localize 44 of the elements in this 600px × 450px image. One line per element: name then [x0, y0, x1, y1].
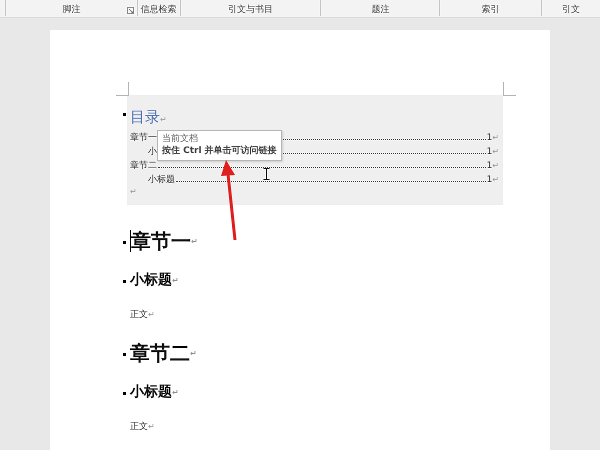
dialog-launcher-icon[interactable]	[126, 7, 134, 14]
i-beam-cursor-icon	[263, 168, 270, 180]
body-text: 正文	[130, 420, 148, 432]
bullet-icon	[123, 113, 126, 116]
heading: 小标题	[130, 271, 172, 289]
ribbon-group-label: 脚注	[62, 4, 80, 16]
toc-entry[interactable]: 章节二	[130, 159, 157, 172]
ribbon-group-label: 信息检索	[140, 4, 177, 16]
paragraph-mark: ↵	[492, 175, 499, 184]
tooltip-text: 按住 Ctrl 并单击可访问链接	[162, 145, 277, 158]
paragraph-mark: ↵	[191, 236, 198, 246]
paragraph-mark: ↵	[492, 161, 499, 170]
paragraph-mark: ↵	[130, 187, 137, 196]
text-cursor	[130, 230, 131, 252]
bullet-icon	[123, 241, 126, 244]
bullet-icon	[123, 280, 126, 283]
paragraph-mark: ↵	[148, 310, 155, 318]
paragraph-mark: ↵	[160, 115, 167, 124]
ribbon-group-label: 引文	[562, 4, 580, 16]
tooltip-title: 当前文档	[162, 133, 199, 145]
corner-mark	[503, 82, 516, 96]
page-number: 1	[486, 161, 492, 171]
body-text: 正文	[130, 308, 148, 320]
heading: 章节一	[131, 228, 191, 254]
paragraph-mark: ↵	[172, 276, 179, 284]
toc-entry[interactable]: 小	[130, 145, 157, 158]
page-number: 1	[486, 147, 492, 157]
toc-title: 目录	[130, 107, 160, 127]
heading: 小标题	[130, 383, 172, 401]
paragraph-mark: ↵	[492, 147, 499, 156]
ribbon-group-label: 引文与书目	[228, 4, 273, 16]
page-number: 1	[486, 175, 492, 185]
paragraph-mark: ↵	[492, 133, 499, 142]
bullet-icon	[123, 392, 126, 395]
bullet-icon	[123, 353, 126, 356]
paragraph-mark: ↵	[172, 388, 179, 396]
paragraph-mark: ↵	[190, 348, 197, 358]
ribbon-group-label: 索引	[481, 4, 500, 16]
ribbon-group-label: 题注	[371, 4, 390, 16]
paragraph-mark: ↵	[148, 422, 155, 430]
toc-entry[interactable]: 小标题	[130, 173, 175, 186]
heading: 章节二	[130, 340, 190, 366]
page-number: 1	[486, 133, 492, 143]
toc-entry[interactable]: 章节一	[130, 131, 157, 144]
